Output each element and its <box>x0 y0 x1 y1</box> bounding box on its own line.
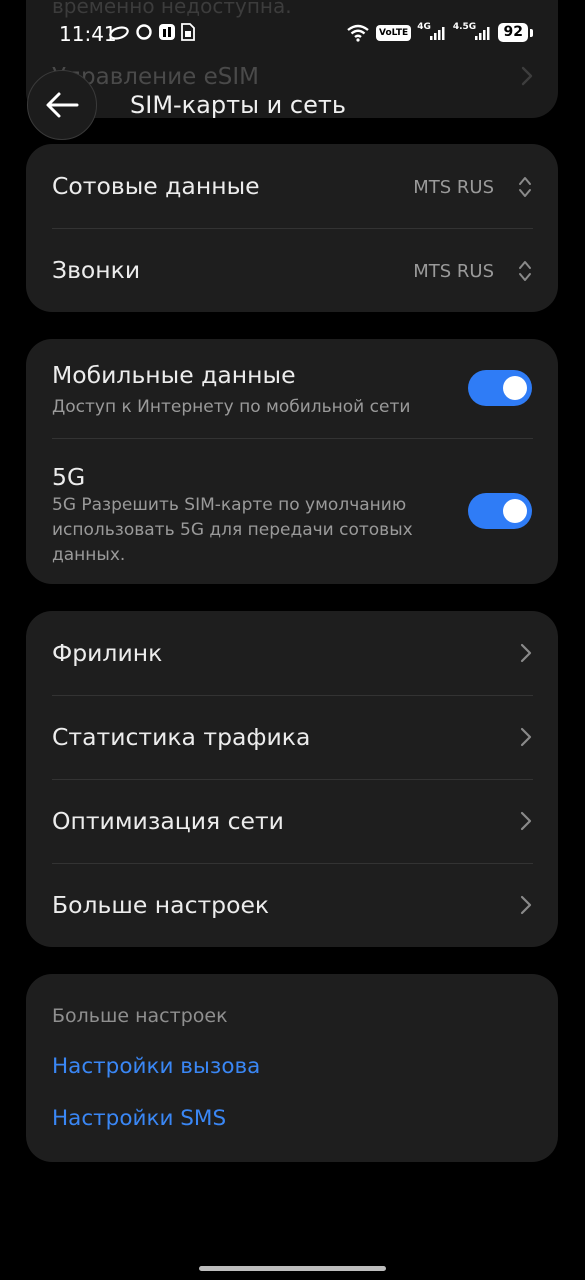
chevron-right-icon <box>520 643 532 663</box>
cloud-icon <box>109 26 129 40</box>
chevron-up-down-icon <box>519 261 531 281</box>
sim1-network-type: 4G <box>417 21 431 32</box>
notification-icons <box>108 23 195 41</box>
row-label: Сотовые данные <box>52 172 260 200</box>
row-label: Звонки <box>52 256 141 284</box>
row-label: Оптимизация сети <box>52 807 284 835</box>
battery-nub <box>530 28 534 37</box>
calls-sim-row[interactable]: Звонки MTS RUS <box>26 228 558 312</box>
chevron-up-down-icon <box>519 177 531 197</box>
back-button[interactable] <box>27 70 97 140</box>
chat-icon <box>136 24 152 40</box>
list-item-more-settings[interactable]: Больше настроек <box>26 863 558 947</box>
mobile-data-row[interactable]: Мобильные данные Доступ к Интернету по м… <box>26 339 558 438</box>
wifi-icon <box>347 24 369 42</box>
volte-badge: VoLTE <box>376 24 412 41</box>
list-item-freelink[interactable]: Фрилинк <box>26 611 558 695</box>
five-g-toggle[interactable] <box>468 493 532 529</box>
row-label: Статистика трафика <box>52 723 311 751</box>
chevron-right-icon <box>520 811 532 831</box>
screen: временно недоступна. Управление eSIM 11:… <box>0 0 585 1280</box>
status-bar: 11:41 VoLTE 4G 4.5G 92 <box>0 0 585 70</box>
list-item-traffic-stats[interactable]: Статистика трафика <box>26 695 558 779</box>
chevron-right-icon <box>520 727 532 747</box>
row-value: MTS RUS <box>413 177 494 198</box>
sim-selection-card: Сотовые данные MTS RUS Звонки MTS RUS <box>26 144 558 312</box>
row-label: Больше настроек <box>52 891 270 919</box>
arrow-left-icon <box>46 92 79 118</box>
system-icons: VoLTE 4G 4.5G 92 <box>346 21 534 42</box>
cellular-data-sim-row[interactable]: Сотовые данные MTS RUS <box>26 144 558 228</box>
sim2-network-type: 4.5G <box>452 21 477 32</box>
notification-icon <box>159 24 175 40</box>
row-description: 5G Разрешить SIM-карте по умолчанию испо… <box>52 495 413 565</box>
toggle-knob <box>503 376 527 400</box>
row-label: 5G <box>52 463 86 491</box>
battery-icon: 92 <box>498 23 529 42</box>
sim-icon <box>181 23 195 41</box>
more-settings-card: Больше настроек Настройки вызова Настрой… <box>26 974 558 1162</box>
toggle-knob <box>503 499 527 523</box>
row-label: Фрилинк <box>52 639 163 667</box>
chevron-right-icon <box>520 895 532 915</box>
mobile-data-card: Мобильные данные Доступ к Интернету по м… <box>26 339 558 584</box>
page-title: SIM-карты и сеть <box>130 91 346 119</box>
row-label: Мобильные данные <box>52 361 296 389</box>
mobile-data-toggle[interactable] <box>468 370 532 406</box>
home-indicator[interactable] <box>199 1266 386 1271</box>
row-description: Доступ к Интернету по мобильной сети <box>52 397 411 417</box>
sms-settings-link[interactable]: Настройки SMS <box>52 1106 226 1131</box>
signal-icon <box>429 26 445 40</box>
five-g-row[interactable]: 5G 5G Разрешить SIM-карте по умолчанию и… <box>26 438 558 584</box>
network-options-card: Фрилинк Статистика трафика Оптимизация с… <box>26 611 558 947</box>
list-item-network-optimization[interactable]: Оптимизация сети <box>26 779 558 863</box>
section-caption: Больше настроек <box>52 1005 228 1027</box>
call-settings-link[interactable]: Настройки вызова <box>52 1054 260 1079</box>
row-value: MTS RUS <box>413 261 494 282</box>
signal-icon <box>475 26 490 40</box>
